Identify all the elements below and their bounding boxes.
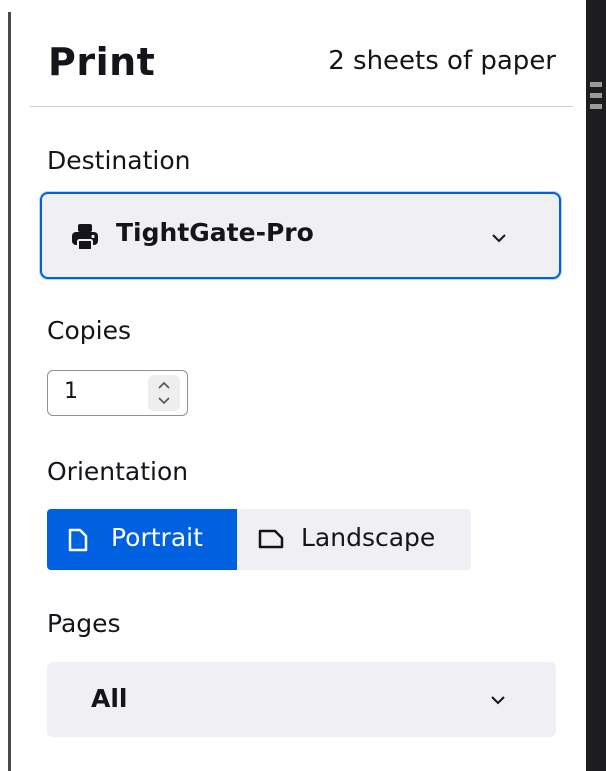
landscape-page-icon [258,529,284,549]
header-divider [30,106,573,107]
preview-page-content [590,82,602,115]
copies-spin-buttons[interactable] [148,375,180,411]
landscape-option[interactable]: Landscape [237,509,471,570]
chevron-down-icon [491,696,505,705]
copies-value[interactable]: 1 [64,379,78,404]
print-preview-area [586,0,606,771]
chevron-down-icon[interactable] [156,395,172,407]
copies-stepper[interactable]: 1 [47,370,188,416]
destination-select[interactable]: TightGate-Pro [40,192,561,279]
pages-value: All [91,684,128,713]
chevron-up-icon[interactable] [156,379,172,391]
sheet-count: 2 sheets of paper [328,46,556,76]
destination-label: Destination [47,146,191,175]
portrait-option[interactable]: Portrait [47,509,237,570]
landscape-label: Landscape [301,523,436,552]
pages-label: Pages [47,609,121,638]
print-dialog-screen: Print 2 sheets of paper Destination Tigh… [0,0,606,771]
chevron-down-icon [492,234,506,243]
pages-select[interactable]: All [47,662,556,737]
printer-icon [72,224,98,251]
print-header: Print 2 sheets of paper [36,30,556,90]
page-title: Print [48,40,156,84]
portrait-label: Portrait [111,523,203,552]
copies-label: Copies [47,316,131,345]
orientation-label: Orientation [47,457,189,486]
destination-value: TightGate-Pro [116,218,314,247]
orientation-toggle: Portrait Landscape [47,509,471,570]
portrait-page-icon [68,528,88,552]
